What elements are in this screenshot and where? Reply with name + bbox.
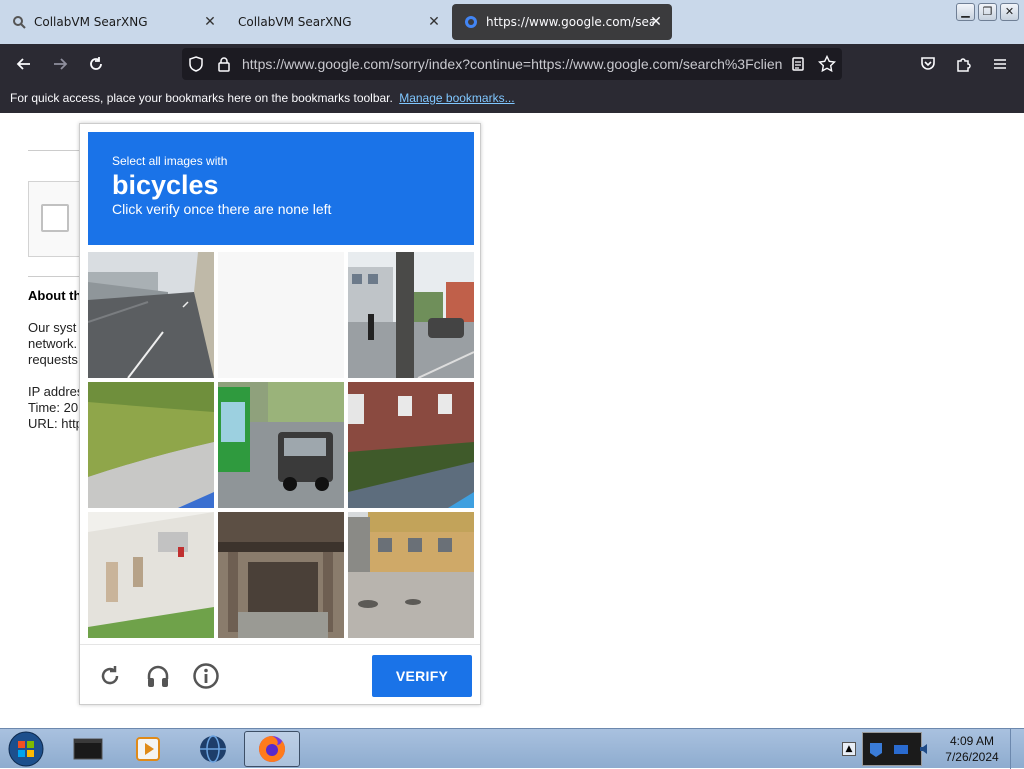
highway-tile-icon	[88, 252, 214, 378]
info-icon	[193, 663, 219, 689]
verify-button[interactable]: VERIFY	[372, 655, 472, 697]
grass-hedge-tile-icon	[88, 382, 214, 508]
windows-start-orb-icon	[8, 731, 44, 767]
show-hidden-icons-button[interactable]: ▲	[842, 742, 856, 756]
volume-icon[interactable]	[918, 742, 932, 756]
tab-collabvm-searxng-2[interactable]: CollabVM SearXNG ✕	[226, 0, 442, 44]
reload-button[interactable]	[82, 50, 110, 78]
url-text[interactable]: https://www.google.com/sorry/index?conti…	[242, 56, 782, 72]
restore-window-button[interactable]: ❐	[978, 3, 997, 21]
reload-icon	[101, 666, 119, 685]
back-arrow-icon	[16, 58, 30, 70]
headphones-icon	[147, 665, 169, 687]
clock-time: 4:09 AM	[949, 734, 995, 748]
blank-loading-tile-icon	[218, 252, 344, 378]
system-tray: ▲	[840, 730, 936, 768]
close-window-button[interactable]: ✕	[1000, 3, 1019, 21]
info-text-line: network.	[28, 336, 78, 351]
challenge-keyword: bicycles	[112, 170, 219, 200]
forward-button[interactable]	[46, 50, 74, 78]
image-tile-8[interactable]	[218, 512, 344, 638]
hamburger-menu-icon	[994, 59, 1006, 69]
browser-tab-strip: CollabVM SearXNG ✕ CollabVM SearXNG ✕ ht…	[0, 0, 1024, 44]
white-building-tile-icon	[88, 512, 214, 638]
close-tab-icon[interactable]: ✕	[426, 14, 442, 30]
manage-bookmarks-link[interactable]: Manage bookmarks...	[399, 91, 514, 105]
reload-icon	[90, 57, 102, 70]
minimize-window-button[interactable]: ▁	[956, 3, 975, 21]
tab-collabvm-searxng-1[interactable]: CollabVM SearXNG ✕	[0, 0, 218, 44]
yellow-building-street-tile-icon	[348, 512, 474, 638]
app-menu-button[interactable]	[986, 50, 1014, 78]
tray-icon-group	[862, 732, 922, 766]
street-pole-tile-icon	[348, 252, 474, 378]
reload-challenge-button[interactable]	[95, 661, 125, 691]
show-desktop-button[interactable]	[1010, 729, 1024, 769]
porch-tile-icon	[218, 512, 344, 638]
image-tile-6[interactable]	[348, 382, 474, 508]
taskbar-media-player[interactable]	[120, 731, 176, 767]
recaptcha-checkbox[interactable]	[41, 204, 69, 232]
time-line: Time: 20	[28, 400, 79, 415]
reader-view-icon[interactable]	[790, 56, 806, 72]
back-button[interactable]	[10, 50, 38, 78]
network-icon[interactable]	[893, 744, 909, 756]
clock-date: 7/26/2024	[945, 750, 999, 764]
info-text-line: requests	[28, 352, 78, 367]
start-button[interactable]	[0, 731, 52, 767]
taskbar-clock[interactable]: 4:09 AM 7/26/2024	[940, 733, 1004, 765]
recaptcha-challenge-popup: Select all images with bicycles Click ve…	[79, 123, 481, 705]
lock-icon[interactable]	[216, 56, 232, 72]
url-line: URL: http	[28, 416, 83, 431]
audio-challenge-button[interactable]	[143, 661, 173, 691]
tab-title: CollabVM SearXNG	[34, 15, 148, 29]
extensions-button[interactable]	[950, 50, 978, 78]
tab-title: https://www.google.com/sear	[486, 15, 654, 29]
firefox-icon	[259, 736, 285, 762]
image-tile-4[interactable]	[88, 382, 214, 508]
globe-app-icon	[200, 735, 226, 763]
terminal-app-icon	[73, 738, 103, 760]
navigation-toolbar: https://www.google.com/sorry/index?conti…	[0, 44, 1024, 84]
bookmarks-toolbar: For quick access, place your bookmarks h…	[0, 84, 1024, 113]
taskbar-internet-app[interactable]	[185, 731, 241, 767]
image-tile-2[interactable]	[218, 252, 344, 378]
ip-address-line: IP addres	[28, 384, 84, 399]
media-player-icon	[136, 737, 160, 761]
bookmark-star-icon[interactable]	[818, 55, 836, 73]
image-tile-7[interactable]	[88, 512, 214, 638]
bookmarks-hint-text: For quick access, place your bookmarks h…	[10, 91, 393, 105]
taskbar-command-prompt[interactable]	[60, 731, 116, 767]
image-tile-5[interactable]	[218, 382, 344, 508]
pocket-button[interactable]	[914, 50, 942, 78]
brick-building-tile-icon	[348, 382, 474, 508]
challenge-subtext: Click verify once there are none left	[112, 201, 332, 217]
challenge-instruction: Select all images with	[112, 154, 228, 168]
action-center-icon[interactable]	[869, 742, 883, 758]
forward-arrow-icon	[54, 58, 68, 70]
tracking-shield-icon[interactable]	[188, 56, 204, 72]
challenge-header: Select all images with bicycles Click ve…	[88, 132, 474, 245]
image-tile-3[interactable]	[348, 252, 474, 378]
image-tile-1[interactable]	[88, 252, 214, 378]
tab-google-active[interactable]: https://www.google.com/sear ✕	[452, 4, 672, 40]
help-button[interactable]	[191, 661, 221, 691]
image-tile-9[interactable]	[348, 512, 474, 638]
close-tab-icon[interactable]: ✕	[202, 14, 218, 30]
address-bar[interactable]: https://www.google.com/sorry/index?conti…	[182, 48, 842, 80]
searxng-favicon-icon	[13, 16, 26, 29]
tab-title: CollabVM SearXNG	[238, 15, 352, 29]
google-favicon-icon	[465, 16, 477, 28]
about-heading: About th	[28, 288, 82, 303]
bus-and-jeep-tile-icon	[218, 382, 344, 508]
challenge-footer: VERIFY	[80, 644, 480, 704]
windows-taskbar: ▲ 4:09 AM 7/26/2024	[0, 728, 1024, 769]
info-text-line: Our syst	[28, 320, 77, 335]
pocket-icon	[921, 57, 935, 70]
image-grid	[88, 252, 474, 638]
close-tab-icon[interactable]: ✕	[648, 14, 664, 30]
taskbar-firefox[interactable]	[244, 731, 300, 767]
puzzle-piece-icon	[957, 58, 971, 72]
